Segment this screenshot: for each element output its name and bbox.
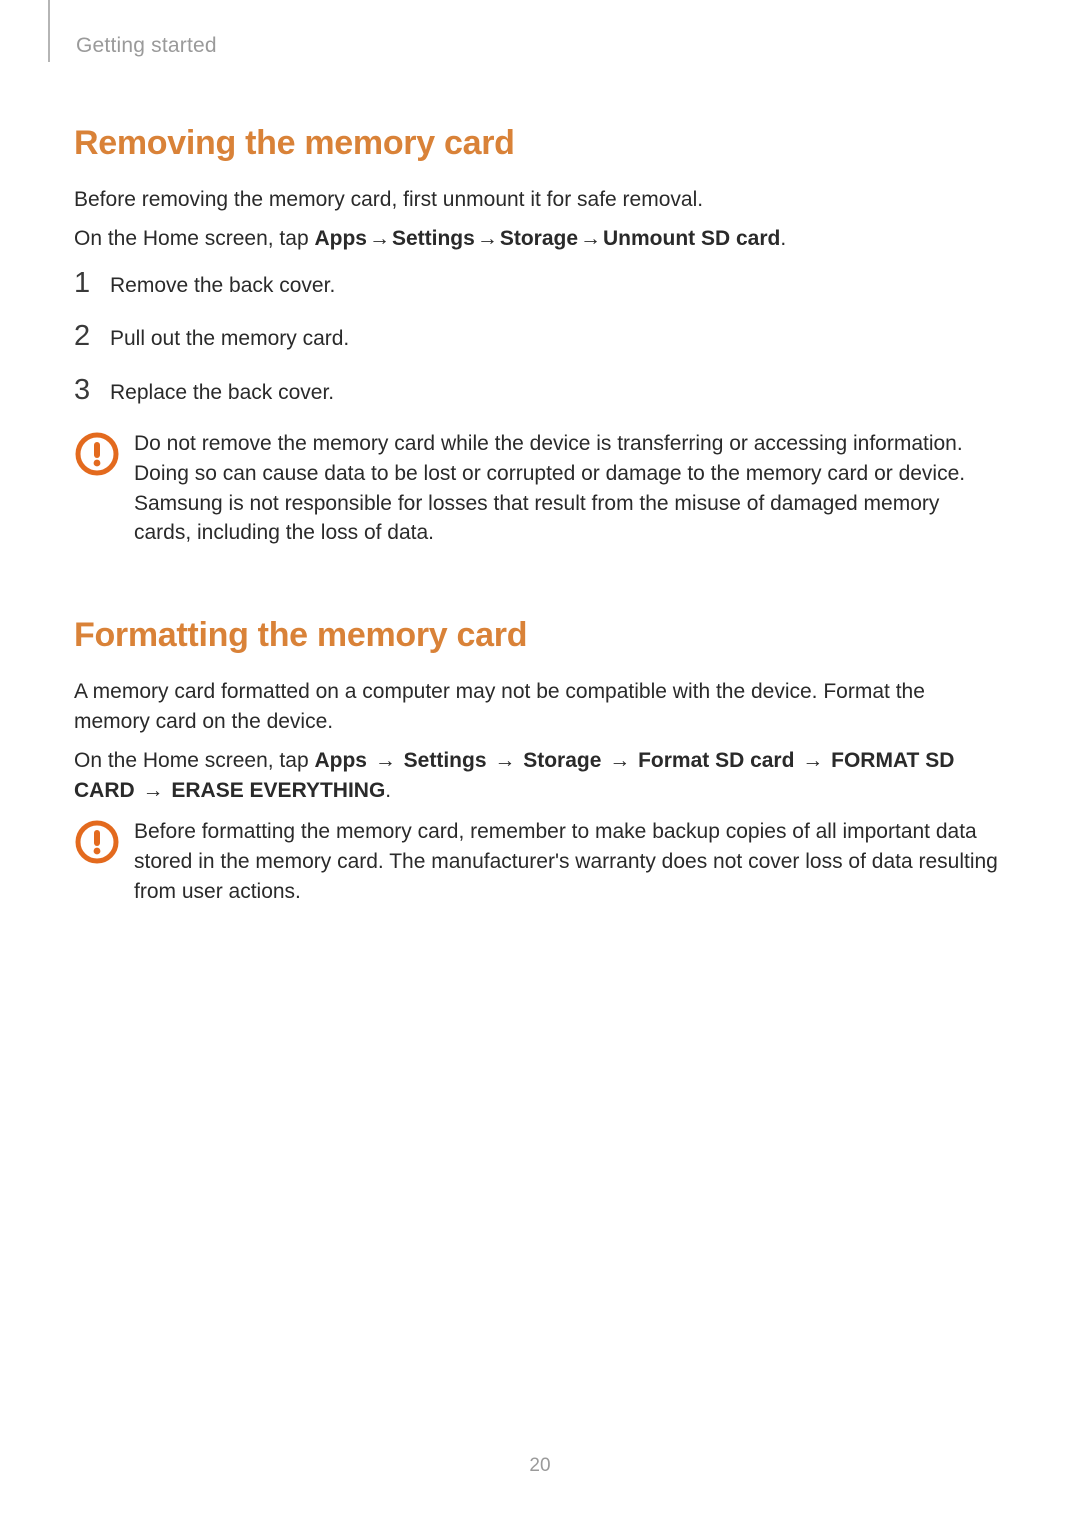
step-number: 2 [74,322,110,351]
section-heading-removing: Removing the memory card [74,124,1006,163]
arrow-icon: → [143,779,164,802]
step-text: Replace the back cover. [110,377,334,407]
section1-steps: 1 Remove the back cover. 2 Pull out the … [74,269,1006,407]
arrow-icon: → [580,227,601,250]
section2-warning: Before formatting the memory card, remem… [74,817,1006,906]
caution-icon [74,431,120,477]
step-item: 2 Pull out the memory card. [74,322,1006,353]
chapter-rule [48,0,50,62]
step-item: 3 Replace the back cover. [74,376,1006,407]
path-step: ERASE EVERYTHING [171,779,385,802]
path-step: Storage [523,749,601,772]
section2-intro: A memory card formatted on a computer ma… [74,677,1006,736]
path-step: Apps [314,749,367,772]
arrow-icon: → [609,749,630,772]
path-step: Settings [404,749,487,772]
section2-path: On the Home screen, tap Apps → Settings … [74,746,1006,807]
arrow-icon: → [802,749,823,772]
section1-path: On the Home screen, tap Apps→Settings→St… [74,224,1006,254]
path-prefix: On the Home screen, tap [74,749,314,772]
page: Getting started Removing the memory card… [0,0,1080,1527]
arrow-icon: → [375,749,396,772]
arrow-icon: → [477,227,498,250]
warning-text: Before formatting the memory card, remem… [134,817,1006,906]
caution-icon [74,819,120,865]
step-item: 1 Remove the back cover. [74,269,1006,300]
step-text: Pull out the memory card. [110,323,349,353]
path-step: Format SD card [638,749,794,772]
arrow-icon: → [494,749,515,772]
section-heading-formatting: Formatting the memory card [74,616,1006,655]
arrow-icon: → [369,227,390,250]
section1-intro: Before removing the memory card, first u… [74,185,1006,214]
path-suffix: . [385,779,391,802]
path-suffix: . [780,227,786,250]
path-step: Storage [500,227,578,250]
chapter-label: Getting started [76,34,217,58]
section1-warning: Do not remove the memory card while the … [74,429,1006,548]
page-content: Removing the memory card Before removing… [74,32,1006,906]
step-number: 1 [74,269,110,298]
path-step: Apps [314,227,367,250]
path-step: Unmount SD card [603,227,780,250]
warning-text: Do not remove the memory card while the … [134,429,1006,548]
path-prefix: On the Home screen, tap [74,227,314,250]
step-text: Remove the back cover. [110,270,335,300]
page-number: 20 [0,1455,1080,1477]
path-step: Settings [392,227,475,250]
step-number: 3 [74,376,110,405]
